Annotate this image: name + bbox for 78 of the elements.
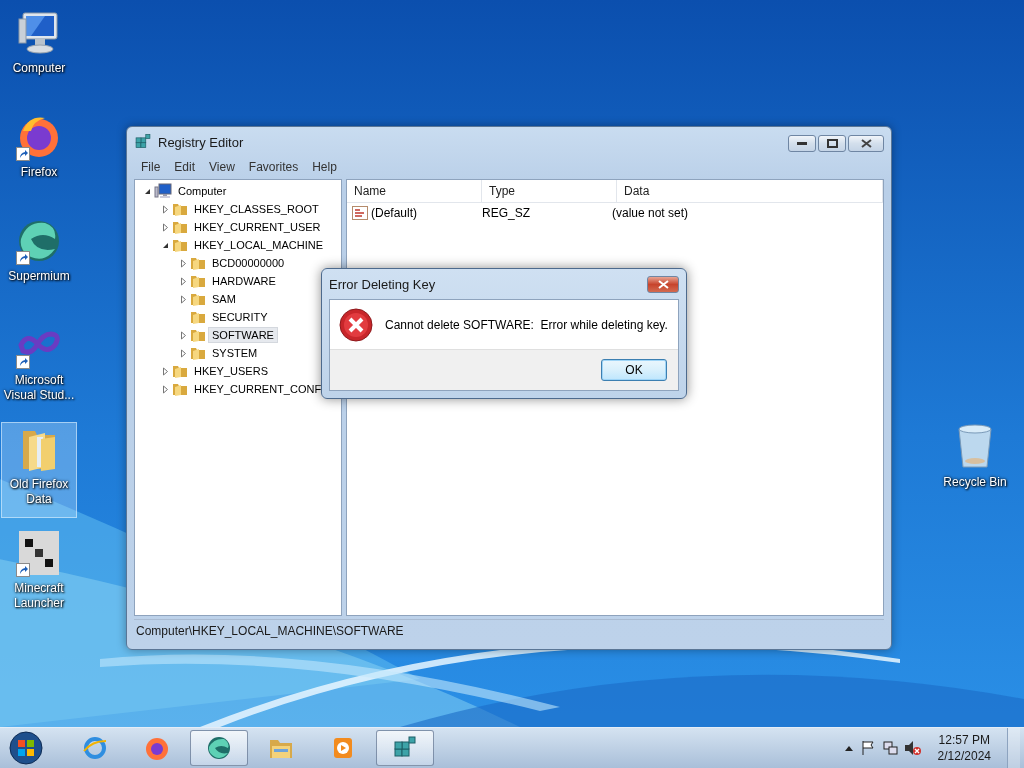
firefox-icon (144, 735, 170, 761)
table-cell-text: REG_SZ (481, 206, 531, 220)
tree-item[interactable]: BCD00000000 (208, 255, 289, 271)
tree-item[interactable]: SOFTWARE (208, 327, 278, 343)
desktop-icon[interactable]: Recycle Bin (937, 420, 1013, 496)
close-icon (657, 279, 669, 289)
folder-icon (172, 237, 188, 253)
folder-icon (172, 381, 188, 397)
tree-item[interactable]: HKEY_LOCAL_MACHINE (190, 237, 327, 253)
menu-item[interactable]: Edit (167, 160, 203, 174)
ok-button[interactable]: OK (601, 359, 667, 381)
collapsed-icon[interactable] (161, 384, 170, 394)
string-value-icon (352, 206, 368, 220)
window-title: Registry Editor (158, 134, 245, 150)
collapsed-icon[interactable] (179, 276, 188, 286)
status-bar: Computer\HKEY_LOCAL_MACHINE\SOFTWARE (134, 619, 884, 642)
dialog-title: Error Deleting Key (329, 276, 437, 292)
folder-icon (190, 345, 206, 361)
table-cell: (Default) (347, 206, 477, 220)
desktop-icon[interactable]: Microsoft Visual Stud... (1, 318, 77, 414)
clock[interactable]: 12:57 PM 2/12/2024 (927, 732, 1001, 764)
flag-icon[interactable] (859, 740, 876, 756)
column-header[interactable]: Type (482, 180, 617, 202)
maximize-icon (826, 139, 838, 148)
desktop-icon[interactable]: Firefox (1, 110, 77, 206)
collapsed-icon[interactable] (161, 222, 170, 232)
show-hidden-icon[interactable] (843, 744, 854, 752)
menu-item[interactable]: View (202, 160, 242, 174)
collapsed-icon[interactable] (179, 294, 188, 304)
tree-item[interactable]: SAM (208, 291, 240, 307)
collapsed-icon[interactable] (161, 204, 170, 214)
start-orb-icon (9, 731, 43, 765)
maximize-button[interactable] (818, 135, 846, 152)
minimize-icon (797, 141, 807, 146)
cubes-icon (134, 133, 152, 151)
column-header[interactable]: Name (347, 180, 482, 202)
collapsed-icon[interactable] (161, 366, 170, 376)
tree-item[interactable]: SYSTEM (208, 345, 262, 361)
menu-item[interactable]: Favorites (241, 160, 306, 174)
tree-item[interactable]: HKEY_CURRENT_CONF (190, 381, 326, 397)
clock-date: 2/12/2024 (937, 748, 991, 764)
error-message: Cannot delete SOFTWARE: Error while deleting key. (385, 317, 668, 332)
desktop-icon[interactable]: Computer (1, 6, 77, 102)
taskbar-button[interactable] (376, 730, 434, 766)
tree-item[interactable]: HKEY_CLASSES_ROOT (190, 201, 323, 217)
error-icon (339, 307, 373, 342)
sphere-icon (206, 735, 232, 761)
folder-icon (172, 363, 188, 379)
close-icon (860, 139, 872, 148)
menu-item[interactable]: Help (305, 160, 344, 174)
folder-icon (190, 255, 206, 271)
tree-item[interactable]: HKEY_USERS (190, 363, 272, 379)
folder-icon (190, 273, 206, 289)
table-cell-text: (value not set) (611, 206, 690, 220)
tree-item[interactable]: HARDWARE (208, 273, 280, 289)
collapsed-icon[interactable] (179, 330, 188, 340)
close-button[interactable] (848, 135, 884, 152)
minimize-button[interactable] (788, 135, 816, 152)
network-icon[interactable] (881, 740, 898, 756)
tree-item[interactable]: HKEY_CURRENT_USER (190, 219, 325, 235)
folder-icon (172, 201, 188, 217)
taskbar-button[interactable] (190, 730, 248, 766)
desktop-icon[interactable]: Supermium (1, 214, 77, 310)
collapsed-icon[interactable] (179, 348, 188, 358)
menu-item[interactable]: File (134, 160, 168, 174)
folder-icon (190, 291, 206, 307)
folder-icon (172, 219, 188, 235)
browser-icon (82, 735, 108, 761)
tree-item[interactable]: Computer (174, 183, 231, 199)
collapsed-icon[interactable] (179, 258, 188, 268)
computer-icon (154, 183, 172, 199)
close-button[interactable] (647, 275, 679, 293)
tree-item[interactable]: SECURITY (208, 309, 272, 325)
muted-speaker-icon[interactable] (903, 740, 922, 756)
folder-icon (190, 327, 206, 343)
column-header[interactable]: Data (617, 180, 883, 202)
folder-icon (190, 309, 206, 325)
clock-time: 12:57 PM (938, 732, 990, 748)
